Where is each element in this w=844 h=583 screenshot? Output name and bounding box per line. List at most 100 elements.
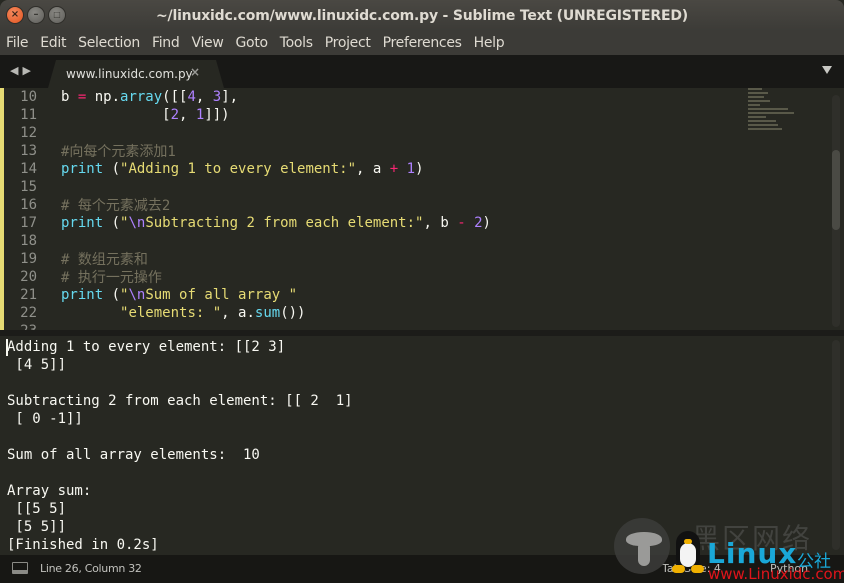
line-number: 18	[20, 233, 37, 249]
menu-view[interactable]: View	[191, 35, 223, 51]
code-line: 11 [2, 1]])	[0, 106, 491, 124]
output-line: Adding 1 to every element: [[2 3]	[7, 339, 286, 355]
minimize-window-button[interactable]: –	[27, 6, 45, 24]
code-token: ([[	[162, 89, 188, 105]
output-scrollbar[interactable]	[832, 340, 840, 550]
text-cursor	[6, 339, 8, 356]
code-token: print	[61, 161, 104, 177]
close-window-button[interactable]: ×	[6, 6, 24, 24]
code-token: =	[77, 89, 87, 105]
code-token: ]])	[204, 107, 230, 123]
syntax-selector[interactable]: Python	[770, 562, 808, 575]
code-line: 17 print (" \n Subtracting 2 from each elem…	[0, 214, 491, 232]
menu-project[interactable]: Project	[325, 35, 371, 51]
code-token: , b	[423, 215, 458, 231]
menu-tools[interactable]: Tools	[280, 35, 313, 51]
output-line: [4 5]]	[7, 357, 67, 373]
menu-bar: File Edit Selection Find View Goto Tools…	[0, 31, 844, 55]
code-line: 18	[0, 232, 491, 250]
output-line: [[5 5]	[7, 501, 67, 517]
code-line: 23	[0, 322, 491, 330]
show-panel-icon[interactable]	[12, 562, 28, 574]
code-line: 10 b = np. array([[4, 3],	[0, 88, 491, 106]
code-token: , a.	[221, 305, 255, 321]
tab-bar: ◀ ▶ www.linuxidc.com.py ×	[0, 55, 844, 88]
code-token: \n	[128, 215, 146, 231]
status-bar: Line 26, Column 32 Tab Size: 4 Python	[0, 555, 844, 583]
code-token: Sum of all array "	[145, 287, 298, 303]
line-number: 16	[20, 197, 37, 213]
code-token: ],	[221, 89, 239, 105]
code-token: 1	[195, 107, 205, 123]
code-token: # 执行一元操作	[61, 270, 162, 286]
code-token: (	[103, 161, 121, 177]
code-line: 16 # 每个元素减去2	[0, 196, 491, 214]
menu-find[interactable]: Find	[152, 35, 180, 51]
line-number: 10	[20, 89, 37, 105]
code-token: 3	[212, 89, 222, 105]
output-line: Array sum:	[7, 483, 92, 499]
code-token: "elements: "	[120, 305, 222, 321]
menu-file[interactable]: File	[6, 35, 29, 51]
code-token: 2	[170, 107, 180, 123]
build-output-panel[interactable]: Adding 1 to every element: [[2 3] [4 5]]…	[0, 336, 844, 555]
code-token: (	[103, 287, 121, 303]
line-number: 23	[0, 323, 37, 330]
code-editor[interactable]: 10 b = np. array([[4, 3], 11 [2, 1]]) 12 13 #向…	[0, 88, 844, 330]
close-icon: ×	[10, 9, 20, 20]
line-number: 20	[20, 269, 37, 285]
nav-forward-icon[interactable]: ▶	[22, 64, 30, 77]
menu-goto[interactable]: Goto	[236, 35, 269, 51]
line-number: 14	[20, 161, 37, 177]
code-line: 19 # 数组元素和	[0, 250, 491, 268]
code-lines: 10 b = np. array([[4, 3], 11 [2, 1]]) 12 13 #向…	[0, 88, 491, 330]
minimize-icon: –	[33, 9, 39, 20]
tab-label: www.linuxidc.com.py	[66, 67, 193, 81]
code-token: #向每个元素添加1	[61, 144, 176, 160]
code-token: [	[61, 107, 171, 123]
tab-close-icon[interactable]: ×	[190, 65, 200, 79]
code-token: +	[389, 161, 399, 177]
output-line: Sum of all array elements: 10	[7, 447, 260, 463]
window-title: ~/linuxidc.com/www.linuxidc.com.py - Sub…	[156, 7, 688, 24]
code-token: "	[120, 287, 129, 303]
code-line: 15	[0, 178, 491, 196]
code-token: , a	[356, 161, 390, 177]
code-token: )	[482, 215, 491, 231]
output-line: Subtracting 2 from each element: [[ 2 1]	[7, 393, 353, 409]
code-token: 1	[406, 161, 416, 177]
maximize-window-button[interactable]: □	[48, 6, 66, 24]
code-line: 21 print (" \n Sum of all array "	[0, 286, 491, 304]
tab-list-dropdown-icon[interactable]	[822, 66, 832, 74]
line-number: 17	[20, 215, 37, 231]
editor-scrollbar[interactable]	[832, 95, 840, 327]
line-number: 21	[20, 287, 37, 303]
window-controls: × – □	[6, 6, 66, 24]
menu-selection[interactable]: Selection	[78, 35, 140, 51]
code-line: 13 #向每个元素添加1	[0, 142, 491, 160]
menu-help[interactable]: Help	[474, 35, 505, 51]
output-line: [ 0 -1]]	[7, 411, 83, 427]
code-token: (	[103, 215, 121, 231]
line-number: 15	[20, 179, 37, 195]
menu-preferences[interactable]: Preferences	[383, 35, 462, 51]
code-token: array	[120, 89, 163, 105]
nav-back-icon[interactable]: ◀	[10, 64, 18, 77]
line-number: 22	[20, 305, 37, 321]
code-token: b	[61, 89, 78, 105]
output-line: [5 5]]	[7, 519, 67, 535]
minimap[interactable]	[748, 88, 808, 148]
editor-scrollbar-thumb[interactable]	[832, 150, 840, 230]
menu-edit[interactable]: Edit	[40, 35, 66, 51]
line-number: 13	[20, 143, 37, 159]
line-number: 11	[20, 107, 37, 123]
maximize-icon: □	[53, 10, 61, 19]
code-token: print	[61, 287, 104, 303]
code-line: 14 print ("Adding 1 to every element:", a…	[0, 160, 491, 178]
code-token: 4	[187, 89, 196, 105]
cursor-position: Line 26, Column 32	[40, 562, 142, 575]
tab-size-selector[interactable]: Tab Size: 4	[662, 562, 721, 575]
